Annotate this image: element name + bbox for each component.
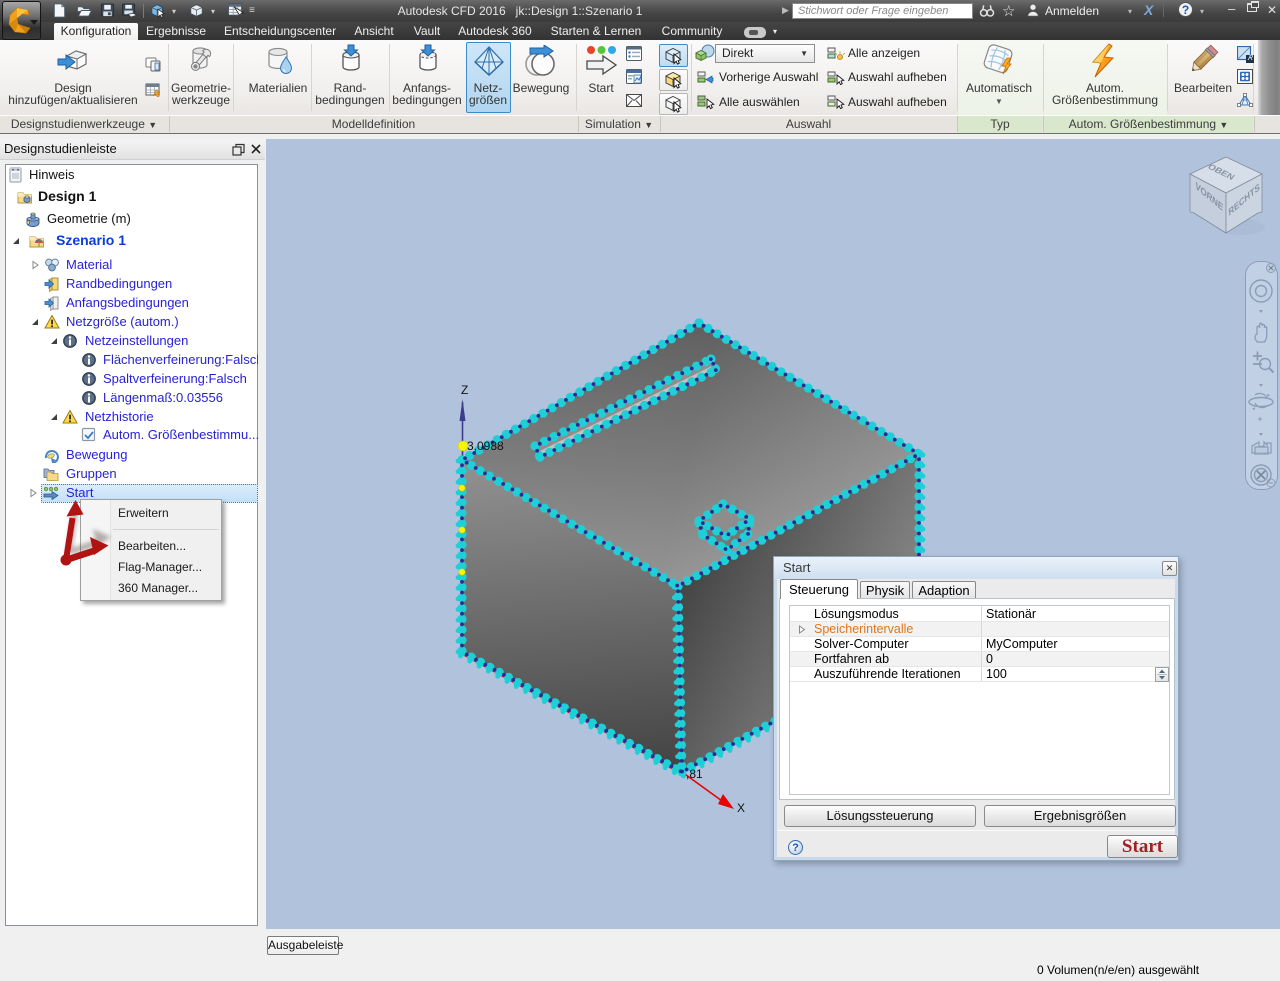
svg-text:3,0988: 3,0988: [467, 439, 504, 453]
svg-text:Z: Z: [461, 383, 468, 397]
svg-text:X: X: [737, 801, 745, 815]
svg-text:,81: ,81: [686, 767, 703, 781]
